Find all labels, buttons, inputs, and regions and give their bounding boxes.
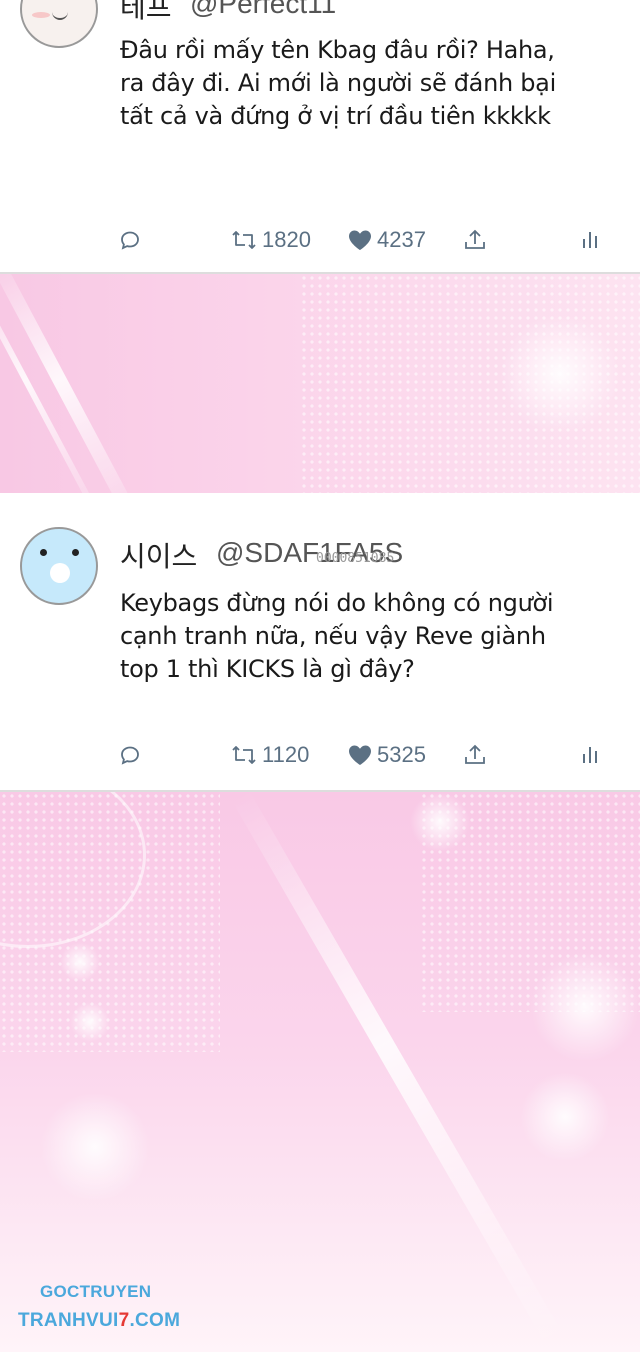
share-button[interactable] (462, 222, 488, 258)
avatar-2[interactable] (20, 527, 98, 605)
tweet-text-line: ra đây đi. Ai mới là người sẽ đánh bại (120, 69, 556, 97)
like-button[interactable]: 4237 (347, 222, 426, 258)
light-glow (520, 1072, 610, 1162)
stats-icon (583, 747, 597, 763)
share-button[interactable] (462, 737, 488, 773)
light-glow (530, 952, 640, 1062)
light-glow (70, 1002, 110, 1042)
heart-icon (349, 745, 371, 765)
pink-background-panel (0, 790, 640, 1352)
light-glow (60, 942, 100, 982)
heart-icon (349, 230, 371, 250)
tweet-author-name[interactable]: 테프 (120, 0, 172, 26)
site-logo-number: 7 (118, 1310, 130, 1331)
tweet-text: Đâu rồi mấy tên Kbag đâu rồi? Haha, ra đ… (120, 34, 610, 133)
tweet-author-handle[interactable]: @Perfect11 (190, 0, 336, 20)
tweet-text-line: top 1 thì KICKS là gì đây? (120, 655, 415, 683)
tweet-card-1: 테프 @Perfect11 Đâu rồi mấy tên Kbag đâu r… (0, 0, 640, 270)
tweet-text-line: tất cả và đứng ở vị trí đầu tiên kkkkk (120, 102, 551, 130)
tweet-text: Keybags đừng nói do không có người cạnh … (120, 587, 610, 686)
avatar-eye (40, 549, 47, 556)
tweet-actions: 1820 4237 (0, 222, 640, 262)
reply-icon (121, 231, 139, 250)
avatar-1[interactable] (20, 0, 98, 48)
tweet-author-name[interactable]: 시이스 (120, 535, 197, 575)
light-glow (40, 1092, 150, 1202)
retweet-icon (232, 746, 256, 764)
like-count: 5325 (377, 742, 426, 767)
tweet-text-line: cạnh tranh nữa, nếu vậy Reve giành (120, 622, 546, 650)
avatar-eye (72, 549, 79, 556)
retweet-button[interactable]: 1120 (230, 737, 309, 773)
retweet-count: 1120 (262, 742, 310, 767)
stats-icon (583, 232, 597, 248)
avatar-smile (52, 10, 68, 20)
like-button[interactable]: 5325 (347, 737, 426, 773)
site-logo-prefix: TRANHVUI (18, 1310, 119, 1331)
stats-button[interactable] (580, 222, 600, 258)
tweet-text-line: Keybags đừng nói do không có người (120, 589, 554, 617)
light-streak (0, 274, 149, 493)
tweet-card-2: 시이스 @SDAF1FA5S Keybags đừng nói do không… (0, 493, 640, 788)
site-logo-suffix: .COM (129, 1310, 181, 1331)
site-logo-line1: GOCTRUYEN (40, 1282, 152, 1301)
tweet-actions: 1120 5325 (0, 737, 640, 777)
reply-icon (121, 746, 139, 765)
reply-button[interactable] (118, 737, 142, 773)
watermark-id-overlay: 0000851085 (316, 551, 395, 566)
like-count: 4237 (377, 227, 426, 252)
light-glow (500, 314, 620, 434)
avatar-blush (32, 12, 50, 18)
light-glow (410, 792, 470, 852)
share-icon (465, 229, 485, 249)
tweet-text-line: Đâu rồi mấy tên Kbag đâu rồi? Haha, (120, 36, 555, 64)
share-icon (465, 744, 485, 764)
retweet-icon (232, 231, 256, 249)
site-logo-line2: TRANHVUI7.COM (18, 1310, 180, 1332)
stats-button[interactable] (580, 737, 600, 773)
retweet-count: 1820 (262, 227, 311, 252)
reply-button[interactable] (118, 222, 142, 258)
avatar-mouth (50, 563, 70, 583)
retweet-button[interactable]: 1820 (230, 222, 311, 258)
pink-background-panel (0, 272, 640, 495)
